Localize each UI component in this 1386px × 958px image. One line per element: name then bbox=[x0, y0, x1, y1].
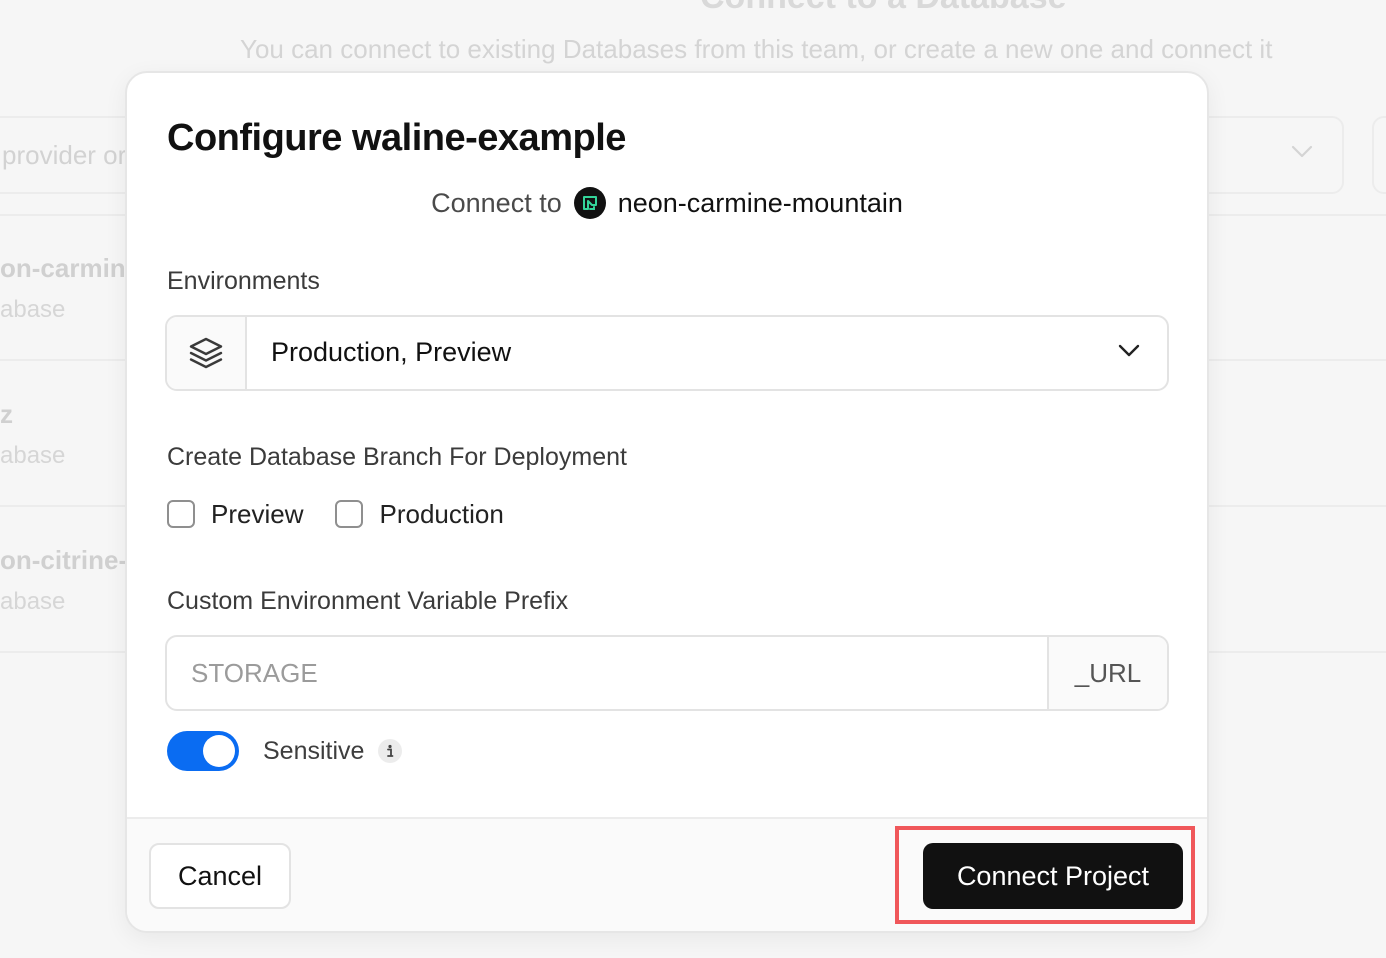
prefix-input[interactable] bbox=[167, 637, 1047, 709]
connect-to-line: Connect to neon-carmine-mountain bbox=[127, 185, 1207, 221]
checkbox-box[interactable] bbox=[167, 500, 195, 528]
background-subtitle: You can connect to existing Databases fr… bbox=[240, 34, 1273, 64]
checkbox-label: Preview bbox=[211, 498, 304, 529]
preview-branch-checkbox[interactable]: Preview bbox=[167, 499, 303, 530]
branch-section-label: Create Database Branch For Deployment bbox=[167, 443, 627, 471]
prefix-section-label: Custom Environment Variable Prefix bbox=[167, 587, 569, 615]
modal-title: Configure waline-example bbox=[167, 117, 626, 159]
connect-project-button[interactable]: Connect Project bbox=[923, 843, 1183, 909]
modal-footer: Cancel Connect Project bbox=[127, 817, 1207, 931]
background-row-name[interactable]: z bbox=[0, 399, 13, 430]
checkbox-box[interactable] bbox=[335, 500, 364, 528]
background-row-name[interactable]: on-carmin bbox=[0, 253, 126, 284]
layers-icon bbox=[189, 337, 223, 369]
page: Connect to a Database You can connect to… bbox=[0, 0, 1386, 958]
neon-logo-icon bbox=[573, 187, 606, 219]
environments-select[interactable]: Production, Preview bbox=[165, 315, 1169, 391]
connect-target-database: neon-carmine-mountain bbox=[617, 187, 903, 218]
prefix-suffix: _URL bbox=[1047, 637, 1167, 709]
prefix-field: _URL bbox=[165, 635, 1169, 711]
background-row-type: abase bbox=[0, 588, 66, 615]
environments-selected-value: Production, Preview bbox=[271, 337, 512, 367]
background-action-button[interactable] bbox=[1372, 116, 1386, 194]
sensitive-label: Sensitive bbox=[263, 736, 365, 765]
connect-prefix: Connect to bbox=[431, 187, 562, 218]
environments-icon-box bbox=[167, 317, 247, 389]
background-search-placeholder: provider or bbox=[2, 140, 127, 170]
branch-checkbox-group: Preview Production bbox=[167, 497, 504, 531]
configure-modal: Configure waline-example Connect to neon… bbox=[125, 71, 1209, 933]
production-branch-checkbox[interactable]: Production bbox=[335, 498, 504, 530]
chevron-down-icon bbox=[1118, 344, 1140, 357]
sensitive-toggle-row: Sensitive bbox=[167, 731, 403, 771]
background-row-type: abase bbox=[0, 442, 66, 469]
chevron-down-icon bbox=[1291, 145, 1313, 158]
background-row-name[interactable]: on-citrine- bbox=[0, 545, 127, 576]
info-icon[interactable] bbox=[378, 739, 403, 763]
background-row-type: abase bbox=[0, 296, 66, 323]
background-page-title: Connect to a Database bbox=[700, 0, 1067, 17]
checkbox-label: Production bbox=[379, 498, 504, 529]
cancel-button[interactable]: Cancel bbox=[149, 843, 291, 909]
sensitive-toggle[interactable] bbox=[167, 731, 239, 771]
environments-label: Environments bbox=[167, 267, 320, 295]
toggle-knob bbox=[203, 735, 235, 767]
